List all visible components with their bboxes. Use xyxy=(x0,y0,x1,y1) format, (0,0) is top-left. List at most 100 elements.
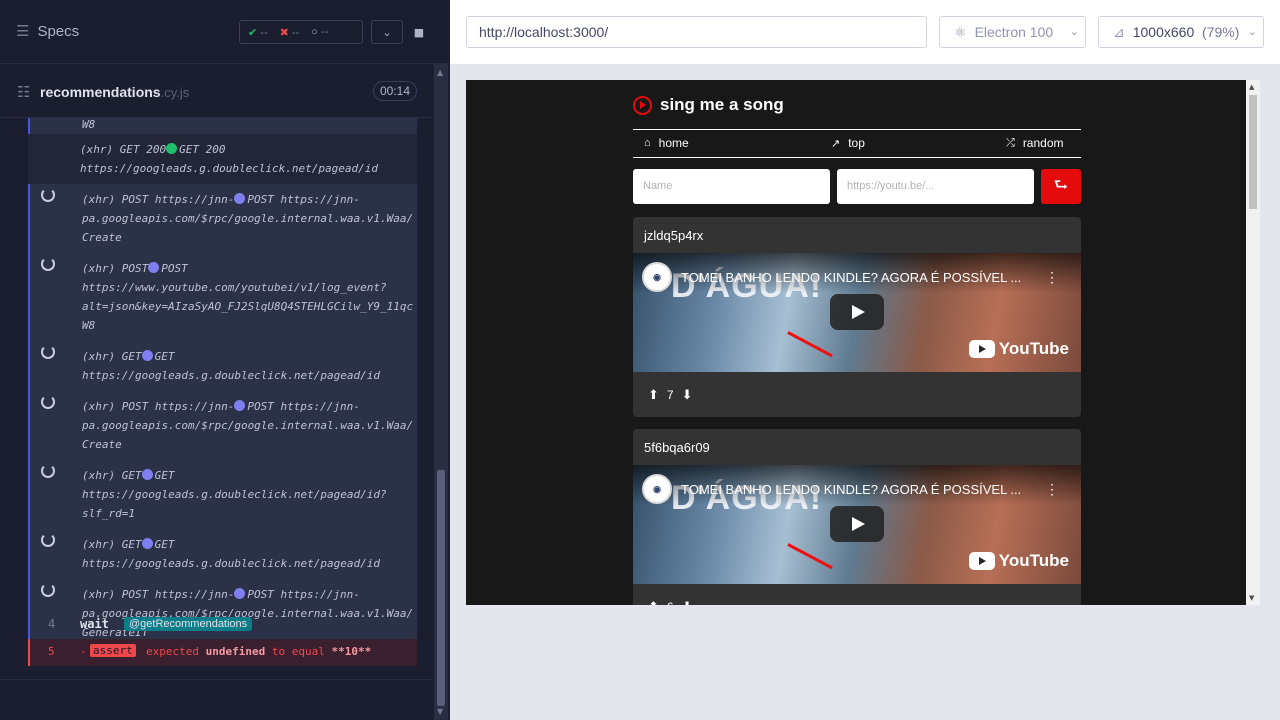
collapse-button[interactable]: ⌄ xyxy=(371,20,403,44)
command-line: (xhr) GET GET xyxy=(82,469,175,482)
command-line: https://googleads.g.doubleclick.net/page… xyxy=(82,369,381,382)
play-circle-icon xyxy=(633,95,652,115)
command-xhr[interactable]: (xhr) GET GET https://googleads.g.doublecl… xyxy=(28,529,417,579)
command-text: (xhr) GET GET https://googleads.g.doublecl… xyxy=(30,347,417,385)
command-xhr[interactable]: (xhr) POST https://jnn- POST https://jnn-… xyxy=(28,391,417,460)
specs-button[interactable]: ☰ Specs xyxy=(16,22,80,41)
spec-name[interactable]: recommendations.cy.js xyxy=(40,84,189,100)
channel-avatar[interactable]: ◉ xyxy=(642,474,672,504)
youtube-icon xyxy=(968,340,995,358)
url-bar[interactable]: http://localhost:3000/ xyxy=(466,16,927,48)
file-icon: ☷ xyxy=(17,83,31,101)
nav-home[interactable]: ⌂ home xyxy=(644,136,689,150)
name-input[interactable]: Name xyxy=(633,169,830,204)
loading-spinner-icon xyxy=(41,395,55,409)
status-dot-icon xyxy=(141,538,153,549)
command-partial[interactable]: W8 xyxy=(28,118,417,134)
command-text: (xhr) POST https://jnn- POST https://jnn-… xyxy=(30,190,417,247)
aut-scrollbar[interactable]: ▲ ▼ xyxy=(1246,80,1260,605)
command-line: https://googleads.g.doubleclick.net/page… xyxy=(80,162,379,175)
command-wait[interactable]: 4 wait @getRecommendations xyxy=(28,612,417,638)
youtube-logo[interactable]: YouTube xyxy=(968,339,1069,359)
status-dot-icon xyxy=(234,193,246,204)
app-title: sing me a song xyxy=(660,95,784,114)
specs-label: Specs xyxy=(37,22,80,40)
command-line: https://www.youtube.com/youtubei/v1/log_… xyxy=(82,281,387,294)
scroll-up-icon[interactable]: ▲ xyxy=(437,68,443,77)
command-xhr[interactable]: (xhr) GET 200 GET 200 https://googleads.g.… xyxy=(28,134,417,184)
command-xhr[interactable]: (xhr) POST https://jnn- POST https://jnn-… xyxy=(28,184,417,253)
loading-spinner-icon xyxy=(41,257,55,271)
shuffle-icon: ⤮ xyxy=(1006,136,1015,149)
stop-button[interactable]: ■ xyxy=(403,20,435,44)
recommendation-card: jzldq5p4rx D'ÁGUA! ◉ TOMEI BANHO LENDO K… xyxy=(633,217,1081,417)
alias-badge: @getRecommendations xyxy=(124,617,253,631)
status-dot-icon xyxy=(141,469,153,480)
nav-top[interactable]: ↗ top xyxy=(831,136,865,150)
command-line: W8 xyxy=(82,319,96,332)
command-text: (xhr) GET GET https://googleads.g.doublecl… xyxy=(30,535,417,573)
command-text: (xhr) POST POST https://www.youtube.com/yo… xyxy=(30,259,417,335)
youtube-embed[interactable]: D'ÁGUA! ◉ TOMEI BANHO LENDO KINDLE? AGOR… xyxy=(633,465,1081,584)
downvote-arrow-icon[interactable]: ⬇ xyxy=(682,599,693,605)
command-line: (xhr) GET GET xyxy=(82,538,175,551)
assert-dash: - xyxy=(80,645,87,658)
command-line: Create xyxy=(82,231,122,244)
home-icon: ⌂ xyxy=(644,137,651,149)
command-log: W8 (xhr) GET 200 GET 200 https://googleads… xyxy=(28,118,417,668)
reporter-panel: ☰ Specs ✔ -- ✖ -- ○ -- ⌄ ■ ☷ recommendat… xyxy=(0,0,450,720)
submit-button[interactable]: ⮑ xyxy=(1041,169,1081,204)
scrollbar-thumb[interactable] xyxy=(1249,95,1257,209)
more-vertical-icon[interactable]: ⋮ xyxy=(1045,269,1059,286)
upvote-arrow-icon[interactable]: ⬆ xyxy=(648,387,659,403)
nav-random[interactable]: ⤮ random xyxy=(1006,136,1064,150)
video-title[interactable]: TOMEI BANHO LENDO KINDLE? AGORA É POSSÍV… xyxy=(681,270,1021,285)
viewport-selector[interactable]: ⊿ 1000x660 (79%) ⌄ xyxy=(1098,16,1264,48)
command-name: wait xyxy=(80,617,109,631)
command-line: (xhr) POST POST xyxy=(82,262,188,275)
thumbnail-arrow xyxy=(787,331,833,358)
scroll-up-icon[interactable]: ▲ xyxy=(1249,83,1254,91)
reporter-scrollbar[interactable]: ▲ ▼ xyxy=(434,64,448,720)
scroll-down-icon[interactable]: ▼ xyxy=(1249,594,1254,602)
channel-avatar[interactable]: ◉ xyxy=(642,262,672,292)
downvote-arrow-icon[interactable]: ⬇ xyxy=(682,387,693,403)
status-dot-icon xyxy=(234,400,246,411)
failed-stat: ✖ -- xyxy=(279,26,300,39)
channel-logo-icon: ◉ xyxy=(653,271,661,282)
upvote-arrow-icon[interactable]: ⬆ xyxy=(648,599,659,605)
divider xyxy=(0,679,432,680)
assert-message: expected undefined to equal **10** xyxy=(146,645,372,658)
passed-stat: ✔ -- xyxy=(248,26,268,39)
youtube-embed[interactable]: D'ÁGUA! ◉ TOMEI BANHO LENDO KINDLE? AGOR… xyxy=(633,253,1081,372)
command-xhr[interactable]: (xhr) GET GET https://googleads.g.doublecl… xyxy=(28,341,417,391)
play-button[interactable] xyxy=(830,506,884,542)
play-button[interactable] xyxy=(830,294,884,330)
status-dot-icon xyxy=(141,350,153,361)
vote-controls: ⬆ 6 ⬇ xyxy=(648,599,693,605)
command-line: https://googleads.g.doubleclick.net/page… xyxy=(82,557,381,570)
loading-spinner-icon xyxy=(41,345,55,359)
command-xhr[interactable]: (xhr) GET GET https://googleads.g.doublecl… xyxy=(28,460,417,529)
command-assert-failed[interactable]: 5 - assert expected undefined to equal *… xyxy=(28,639,417,666)
app-logo: sing me a song xyxy=(633,95,784,115)
video-title[interactable]: TOMEI BANHO LENDO KINDLE? AGORA É POSSÍV… xyxy=(681,482,1021,497)
aut-header: http://localhost:3000/ ⚛ Electron 100 ⌄ ⊿… xyxy=(450,0,1280,64)
command-line: https://googleads.g.doubleclick.net/page… xyxy=(82,488,387,501)
command-line: (xhr) POST https://jnn- POST https://jnn- xyxy=(82,400,360,413)
pending-icon: ○ xyxy=(311,26,318,38)
vote-controls: ⬆ 7 ⬇ xyxy=(648,387,693,403)
youtube-icon xyxy=(968,552,995,570)
command-xhr[interactable]: (xhr) POST POST https://www.youtube.com/yo… xyxy=(28,253,417,341)
trending-icon: ↗ xyxy=(831,137,841,150)
scroll-down-icon[interactable]: ▼ xyxy=(437,707,443,716)
youtube-logo[interactable]: YouTube xyxy=(968,551,1069,571)
recommendation-card: 5f6bqa6r09 D'ÁGUA! ◉ TOMEI BANHO LENDO K… xyxy=(633,429,1081,605)
scrollbar-thumb[interactable] xyxy=(437,470,445,706)
more-vertical-icon[interactable]: ⋮ xyxy=(1045,481,1059,498)
stop-icon: ■ xyxy=(413,25,425,39)
browser-selector[interactable]: ⚛ Electron 100 ⌄ xyxy=(939,16,1086,48)
youtube-link-input[interactable]: https://youtu.be/... xyxy=(837,169,1034,204)
aut-iframe: sing me a song ⌂ home ↗ top ⤮ random Name h… xyxy=(466,80,1260,605)
check-icon: ✔ xyxy=(248,26,258,39)
